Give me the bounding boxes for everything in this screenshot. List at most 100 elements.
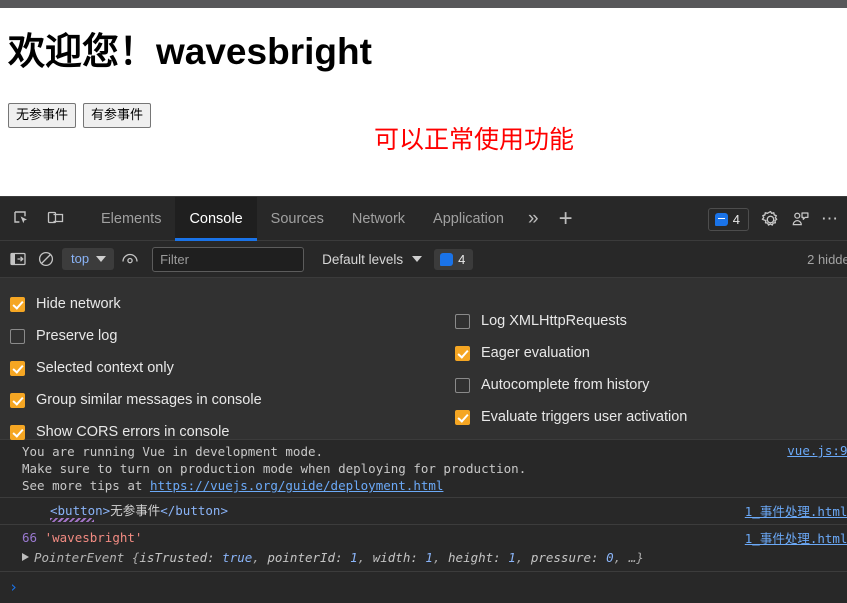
sep1: , bbox=[357, 550, 373, 565]
dom-close-tag: </button> bbox=[160, 503, 228, 518]
tab-application[interactable]: Application bbox=[419, 197, 518, 241]
tab-console-label: Console bbox=[189, 210, 243, 227]
checkbox-icon[interactable] bbox=[455, 409, 470, 425]
setting-show-cors-errors-label: Show CORS errors in console bbox=[36, 424, 230, 440]
page-status-note: 可以正常使用功能 bbox=[374, 126, 575, 154]
expand-arrow-icon[interactable] bbox=[22, 553, 29, 561]
gear-icon[interactable] bbox=[755, 204, 785, 234]
tab-elements-label: Elements bbox=[101, 210, 162, 227]
checkbox-icon[interactable] bbox=[455, 345, 470, 361]
log-string-value: 'wavesbright' bbox=[44, 530, 143, 545]
console-message-log-value[interactable]: 66 'wavesbright' 1_事件处理.html: PointerEve… bbox=[0, 525, 847, 571]
log-levels-count: 4 bbox=[458, 251, 466, 267]
page-title: 欢迎您！wavesbright bbox=[8, 30, 372, 75]
sep4: , bbox=[613, 550, 629, 565]
page-button-row: 无参事件 有参事件 bbox=[8, 103, 158, 128]
setting-preserve-log[interactable]: Preserve log bbox=[10, 320, 262, 352]
setting-evaluate-user-activation-label: Evaluate triggers user activation bbox=[481, 409, 688, 425]
prop-val-pointerId: 1 bbox=[350, 550, 358, 565]
console-output[interactable]: You are running Vue in development mode.… bbox=[0, 440, 847, 600]
console-filter-input[interactable] bbox=[152, 246, 305, 272]
squiggle-underline bbox=[50, 518, 94, 522]
checkbox-icon[interactable] bbox=[455, 377, 470, 393]
tab-elements[interactable]: Elements bbox=[87, 197, 175, 241]
console-message-dom-element[interactable]: <button>无参事件</button> 1_事件处理.html: bbox=[0, 498, 847, 525]
setting-autocomplete-history[interactable]: Autocomplete from history bbox=[455, 369, 687, 401]
log-levels-count-badge[interactable]: 4 bbox=[434, 248, 474, 270]
console-message-vue-warning[interactable]: You are running Vue in development mode.… bbox=[0, 440, 847, 498]
message-count-badge[interactable]: 4 bbox=[707, 207, 749, 231]
sep2: , bbox=[432, 550, 449, 565]
setting-eager-evaluation[interactable]: Eager evaluation bbox=[455, 337, 687, 369]
chevron-down-icon bbox=[412, 256, 423, 262]
prop-key-height: height: bbox=[448, 550, 501, 565]
device-toolbar-icon[interactable] bbox=[39, 202, 73, 236]
checkbox-icon[interactable] bbox=[455, 313, 470, 329]
more-tabs-icon[interactable]: » bbox=[518, 197, 549, 241]
setting-selected-context-only[interactable]: Selected context only bbox=[10, 352, 262, 384]
tab-sources-label: Sources bbox=[270, 210, 324, 227]
prop-key-isTrusted: isTrusted: bbox=[139, 550, 215, 565]
source-link-log[interactable]: 1_事件处理.html: bbox=[745, 528, 847, 547]
setting-log-xhr-label: Log XMLHttpRequests bbox=[481, 313, 627, 329]
setting-autocomplete-history-label: Autocomplete from history bbox=[481, 377, 650, 393]
prompt-chevron-icon: › bbox=[9, 577, 19, 596]
checkbox-icon[interactable] bbox=[10, 296, 25, 312]
message-count: 4 bbox=[732, 211, 740, 227]
tab-network-label: Network bbox=[351, 210, 406, 227]
prop-val-width: 1 bbox=[425, 550, 433, 565]
log-line-number: 66 bbox=[22, 530, 38, 545]
clear-console-icon[interactable] bbox=[32, 245, 60, 273]
sep3: , bbox=[515, 550, 531, 565]
setting-group-similar-label: Group similar messages in console bbox=[36, 392, 262, 408]
prop-key-pressure: pressure: bbox=[530, 550, 599, 565]
devtools-tabbar: Elements Console Sources Network Applica… bbox=[0, 196, 847, 241]
browser-chrome-strip bbox=[0, 0, 847, 8]
source-link-vue-js[interactable]: vue.js:92 bbox=[787, 443, 847, 458]
tab-application-label: Application bbox=[433, 210, 504, 227]
page-title-username: wavesbright bbox=[156, 31, 372, 72]
screenshot-root: 欢迎您！wavesbright 无参事件 有参事件 可以正常使用功能 Eleme… bbox=[0, 0, 847, 603]
setting-group-similar[interactable]: Group similar messages in console bbox=[10, 384, 262, 416]
console-sidebar-toggle-icon[interactable] bbox=[4, 245, 32, 273]
setting-log-xhr[interactable]: Log XMLHttpRequests bbox=[455, 305, 687, 337]
message-bubble-icon bbox=[714, 212, 728, 226]
console-settings-right-column: Log XMLHttpRequests Eager evaluation Aut… bbox=[455, 305, 687, 433]
vue-deployment-link[interactable]: https://vuejs.org/guide/deployment.html bbox=[150, 478, 444, 493]
console-prompt[interactable]: › bbox=[0, 571, 847, 601]
page-title-cjk: 欢迎您！ bbox=[8, 32, 156, 73]
prop-val-height: 1 bbox=[508, 550, 516, 565]
live-expression-icon[interactable] bbox=[116, 245, 144, 273]
feedback-icon[interactable] bbox=[785, 204, 815, 234]
log-levels-selector[interactable]: Default levels bbox=[322, 251, 423, 267]
checkbox-icon[interactable] bbox=[10, 328, 25, 344]
log-levels-label: Default levels bbox=[322, 251, 404, 267]
checkbox-icon[interactable] bbox=[10, 392, 25, 408]
vue-warning-line2: Make sure to turn on production mode whe… bbox=[22, 461, 527, 476]
setting-preserve-log-label: Preserve log bbox=[36, 328, 118, 344]
console-settings-pane: Hide network Preserve log Selected conte… bbox=[0, 278, 847, 440]
setting-eager-evaluation-label: Eager evaluation bbox=[481, 345, 590, 361]
checkbox-icon[interactable] bbox=[10, 424, 25, 440]
checkbox-icon[interactable] bbox=[10, 360, 25, 376]
setting-evaluate-user-activation[interactable]: Evaluate triggers user activation bbox=[455, 401, 687, 433]
pointer-event-row[interactable]: PointerEvent {isTrusted: true, pointerId… bbox=[0, 548, 847, 568]
setting-hide-network[interactable]: Hide network bbox=[10, 288, 262, 320]
execution-context-label: top bbox=[71, 251, 90, 266]
pointer-event-tail: …} bbox=[628, 550, 644, 565]
vue-warning-line3-prefix: See more tips at bbox=[22, 478, 150, 493]
prop-key-width: width: bbox=[372, 550, 418, 565]
add-tab-icon[interactable]: + bbox=[549, 197, 583, 241]
devtools-tab-list: Elements Console Sources Network Applica… bbox=[87, 196, 583, 241]
execution-context-selector[interactable]: top bbox=[62, 248, 115, 270]
tab-console[interactable]: Console bbox=[175, 196, 257, 241]
source-link-dom[interactable]: 1_事件处理.html: bbox=[745, 501, 847, 520]
tab-network[interactable]: Network bbox=[338, 197, 419, 241]
message-bubble-icon bbox=[440, 252, 454, 266]
more-options-icon[interactable]: ⋯ bbox=[815, 204, 845, 234]
vue-warning-text: You are running Vue in development mode.… bbox=[0, 443, 847, 494]
tab-sources[interactable]: Sources bbox=[257, 197, 338, 241]
no-arg-event-button[interactable]: 无参事件 bbox=[8, 103, 77, 128]
with-arg-event-button[interactable]: 有参事件 bbox=[83, 103, 152, 128]
inspect-element-icon[interactable] bbox=[5, 202, 39, 236]
